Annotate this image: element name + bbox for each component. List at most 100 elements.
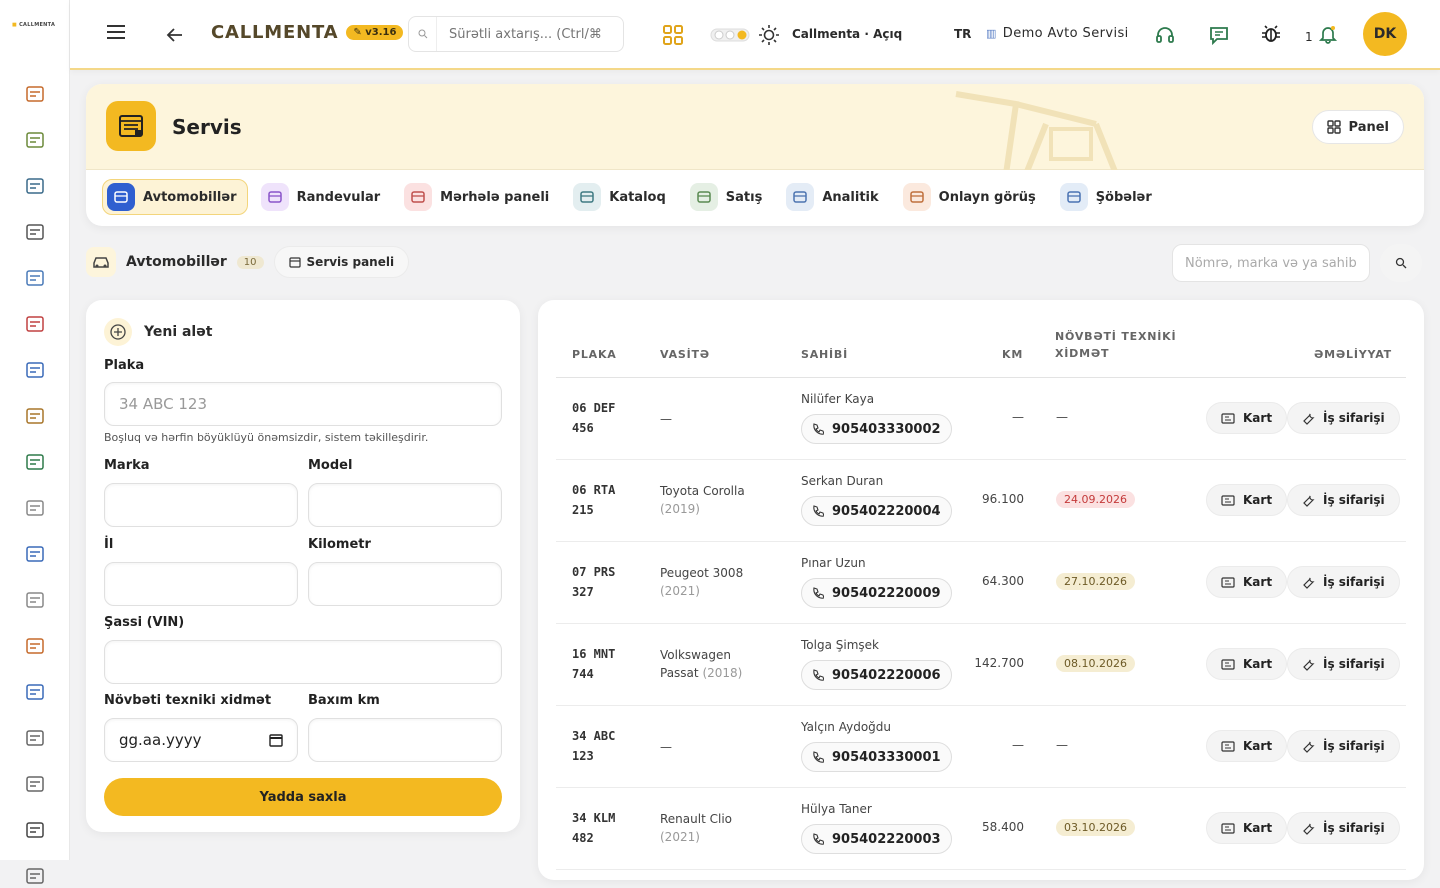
year-label: İl [104,537,114,552]
chat-user-icon[interactable] [23,358,47,382]
id-card-icon[interactable] [23,174,47,198]
ring-icon[interactable] [23,220,47,244]
plate-cell[interactable]: 06 RTA 215 [572,480,615,520]
table-row[interactable]: 34 KLM 482 Renault Clio (2021) Hülya Taner 90… [556,788,1406,870]
vehicle-search-button[interactable] [1380,244,1422,282]
tab-4[interactable]: Satış [685,179,774,215]
owner-phone-button[interactable]: 905402220004 [801,496,952,526]
panel-button-label: Panel [1348,119,1389,135]
plate-input[interactable]: 34 ABC 123 [104,382,502,426]
version-text: v3.16 [365,27,397,38]
service-km-input[interactable] [308,718,502,762]
work-order-button[interactable]: İş sifarişi [1287,648,1400,680]
bar-chart-icon[interactable] [23,818,47,842]
km-input[interactable] [308,562,502,606]
plate-cell[interactable]: 34 KLM 482 [572,808,615,848]
sidebar-logo[interactable]: ■ CALLMENTA [12,22,55,28]
column-header-next-service[interactable]: NÖVBƏTİ TEXNİKİ XİDMƏT [1055,328,1185,362]
vehicle-search-input[interactable]: Nömrə, marka və ya sahib [1172,244,1370,282]
line-chart-icon[interactable] [23,680,47,704]
user-avatar[interactable]: DK [1363,12,1407,56]
tab-2[interactable]: Mərhələ paneli [399,179,560,215]
gear-icon[interactable] [23,496,47,520]
work-order-button[interactable]: İş sifarişi [1287,402,1400,434]
tab-icon [573,183,602,211]
tab-1[interactable]: Randevular [256,179,392,215]
vehicle-name: Volkswagen [660,648,731,662]
medal-icon[interactable] [23,404,47,428]
brand[interactable]: CALLMENTA ✎ v3.16 [211,22,404,43]
bell-icon[interactable] [1318,24,1338,44]
table-row[interactable]: 34 ABC 123 — Yalçın Aydoğdu 905403330001 — — Ka… [556,706,1406,788]
language-switch[interactable]: TR [954,27,971,41]
column-header-plate[interactable]: PLAKA [572,346,617,363]
year-input[interactable] [104,562,298,606]
tab-6[interactable]: Onlayn görüş [898,179,1047,215]
sliders-icon[interactable] [23,772,47,796]
bug-icon[interactable] [1260,23,1282,45]
tab-0[interactable]: Avtomobillər [102,179,248,215]
warning-icon[interactable] [23,864,47,888]
owner-phone-button[interactable]: 905402220006 [801,660,952,690]
apps-grid-icon[interactable] [662,24,684,46]
owner-phone-button[interactable]: 905403330002 [801,414,952,444]
table-row[interactable]: 06 RTA 215 Toyota Corolla (2019) Serkan Dura… [556,460,1406,542]
table-row[interactable]: 16 MNT 744 Volkswagen Passat (2018) Tolga Şi… [556,624,1406,706]
globe-icon[interactable] [23,726,47,750]
owner-phone-button[interactable]: 905402220003 [801,824,952,854]
tab-7[interactable]: Şöbələr [1055,179,1163,215]
next-service-date-input[interactable]: gg.aa.yyyy [104,718,298,762]
wrench-icon [1303,823,1315,835]
plate-cell[interactable]: 34 ABC 123 [572,726,615,766]
plate-cell[interactable]: 06 DEF 456 [572,398,615,438]
headset-icon[interactable] [1154,24,1176,46]
menu-icon[interactable] [106,24,126,40]
face-scan-icon[interactable] [23,266,47,290]
owner-phone-button[interactable]: 905402220009 [801,578,952,608]
card-button[interactable]: Kart [1206,812,1288,844]
save-button[interactable]: Yadda saxla [104,778,502,816]
service-panel-button[interactable]: Servis paneli [273,246,410,278]
column-header-owner[interactable]: SAHİBİ [801,346,848,363]
megaphone-icon[interactable] [23,450,47,474]
vin-input[interactable] [104,640,502,684]
table-row[interactable]: 07 PRS 327 Peugeot 3008 (2021) Pınar Uzun 905… [556,542,1406,624]
clipboard-icon[interactable] [23,128,47,152]
chat-icon[interactable] [1208,24,1230,46]
plate-cell[interactable]: 16 MNT 744 [572,644,615,684]
plate-line-2: 744 [572,667,594,681]
card-button[interactable]: Kart [1206,566,1288,598]
calendar-grid-icon[interactable] [23,82,47,106]
tab-3[interactable]: Kataloq [568,179,677,215]
column-header-vehicle[interactable]: VASİTƏ [660,346,710,363]
brand-input[interactable] [104,483,298,527]
column-header-km[interactable]: KM [1002,346,1023,363]
plate-cell[interactable]: 07 PRS 327 [572,562,615,602]
company-switch[interactable]: ▥ Demo Avto Servisi [986,26,1129,41]
table-row[interactable]: 06 DEF 456 — Nilüfer Kaya 905403330002 — — Kart… [556,378,1406,460]
boxes-icon[interactable] [23,634,47,658]
panel-button[interactable]: Panel [1311,110,1404,144]
work-order-button[interactable]: İş sifarişi [1287,812,1400,844]
work-order-button[interactable]: İş sifarişi [1287,566,1400,598]
owner-phone-button[interactable]: 905403330001 [801,742,952,772]
tab-label: Avtomobillər [143,189,237,205]
sun-icon[interactable] [758,24,780,46]
theme-toggle[interactable] [710,28,750,42]
quick-search-input[interactable] [449,26,617,42]
card-button[interactable]: Kart [1206,730,1288,762]
shield-icon[interactable] [23,588,47,612]
work-order-button[interactable]: İş sifarişi [1287,730,1400,762]
card-button[interactable]: Kart [1206,648,1288,680]
calendar-icon[interactable] [269,733,283,747]
alarm-icon[interactable] [23,312,47,336]
tab-5[interactable]: Analitik [781,179,889,215]
back-arrow-icon[interactable] [166,26,184,44]
card-button[interactable]: Kart [1206,402,1288,434]
quick-search[interactable] [408,16,624,52]
work-order-button[interactable]: İş sifarişi [1287,484,1400,516]
calculator-icon[interactable] [23,542,47,566]
model-input[interactable] [308,483,502,527]
tab-icon [107,183,135,211]
card-button[interactable]: Kart [1206,484,1288,516]
